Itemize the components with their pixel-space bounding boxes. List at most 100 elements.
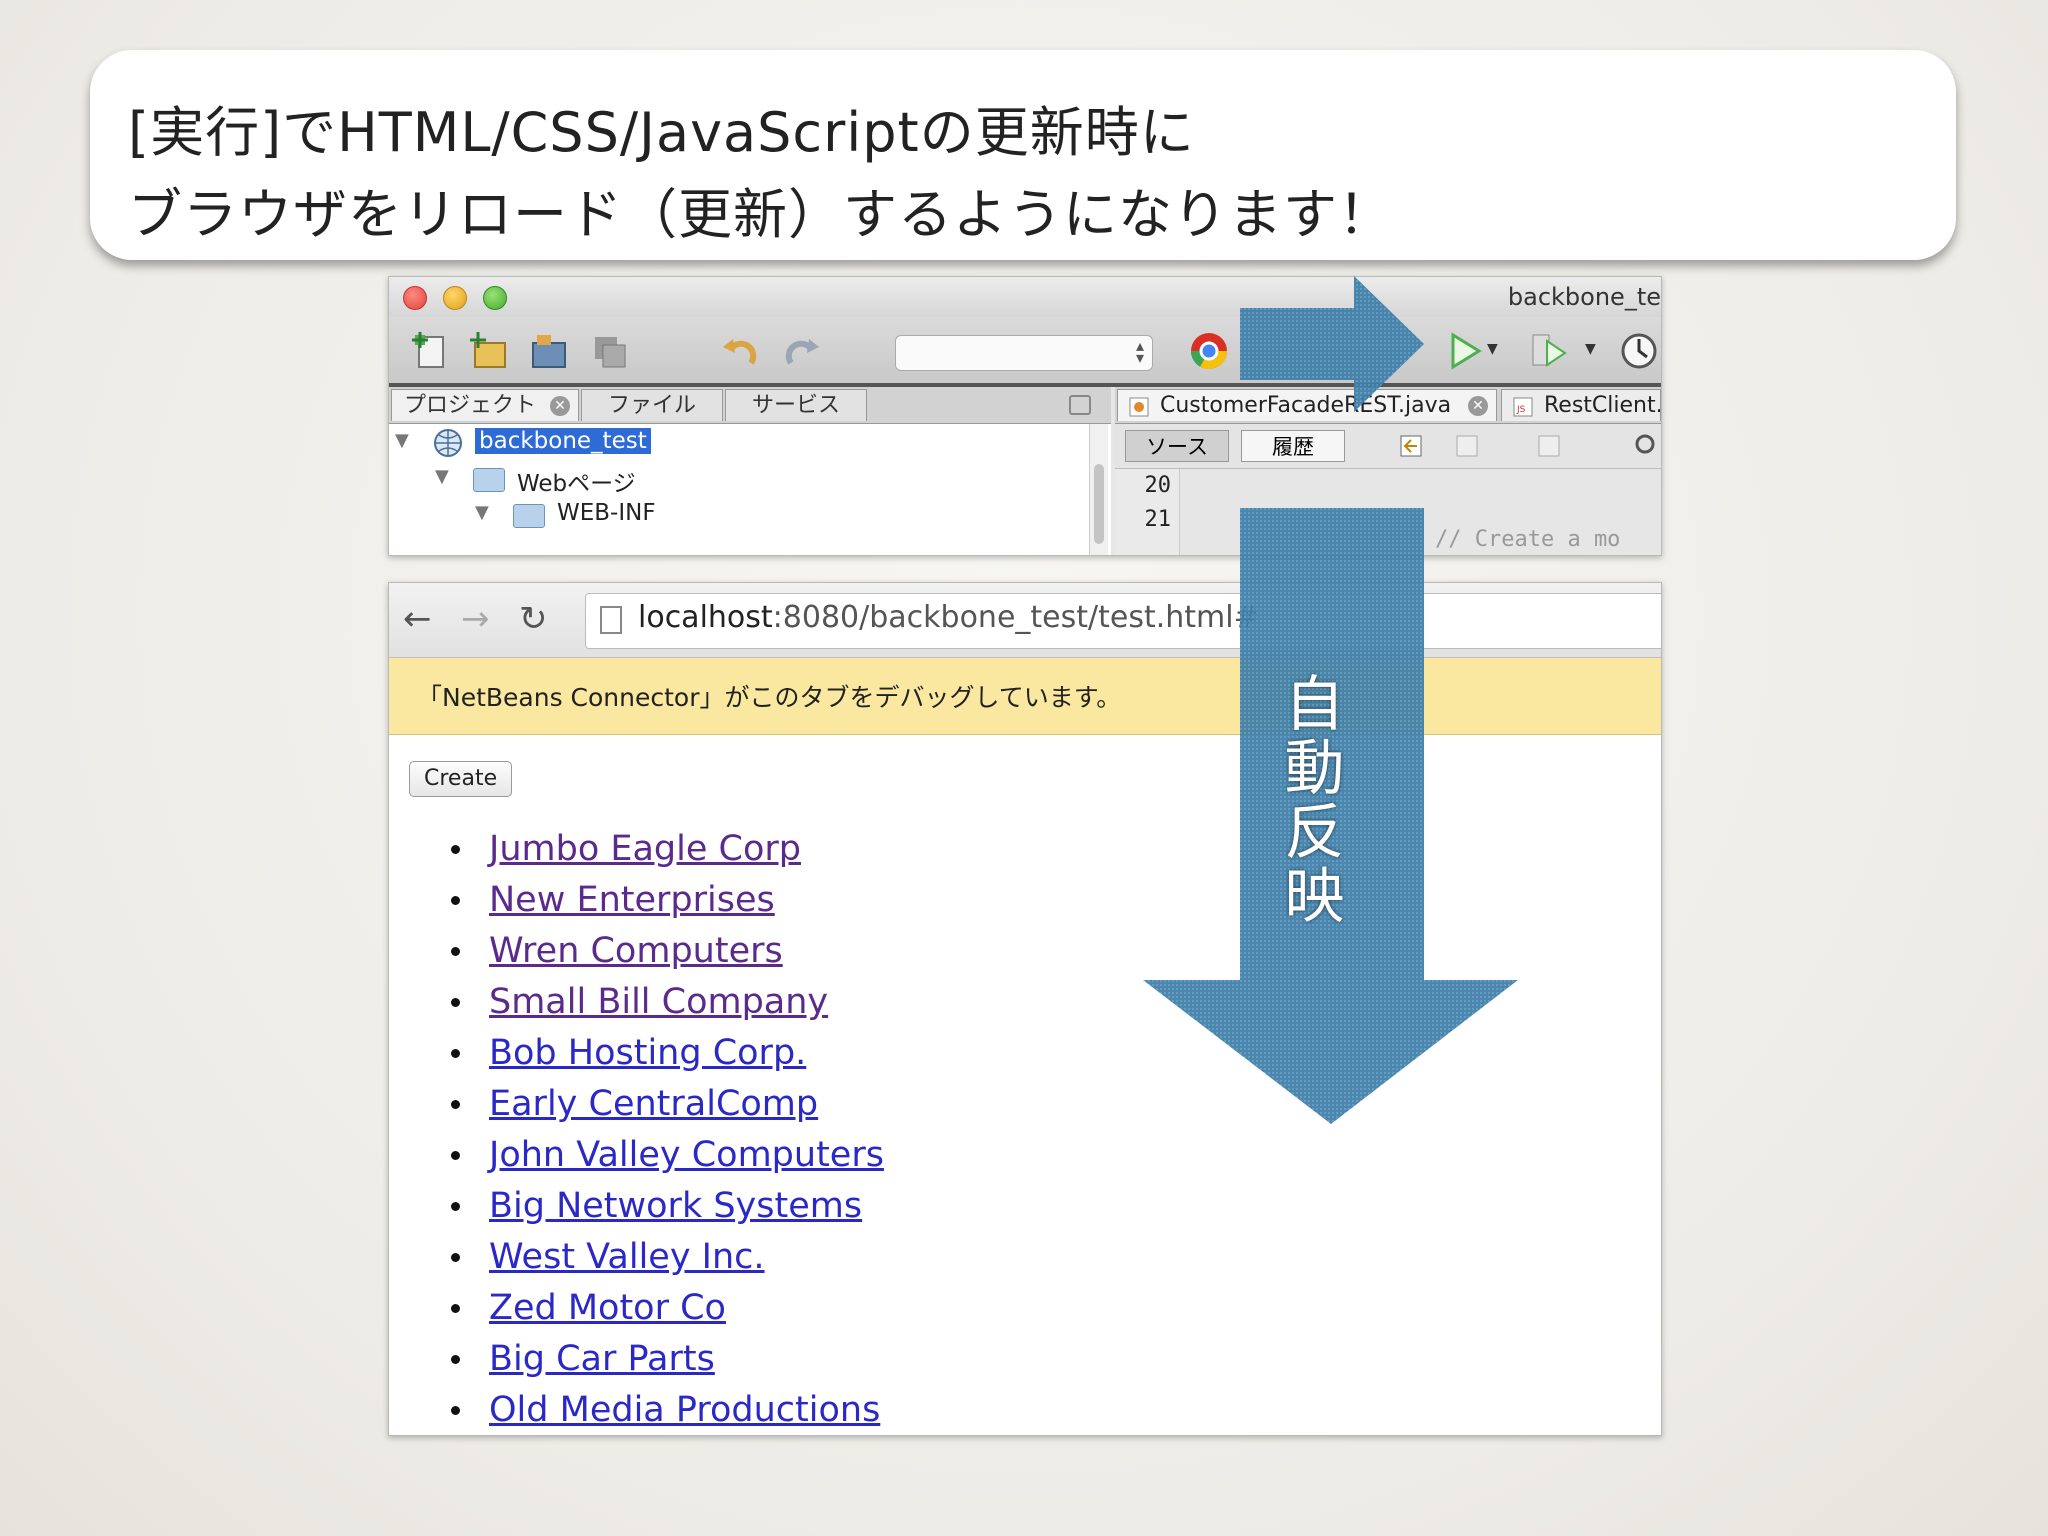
infobar-text: 「NetBeans Connector」がこのタブをデバッグしています。 [417, 683, 1122, 712]
customer-link[interactable]: Bob Hosting Corp. [489, 1033, 806, 1073]
chrome-browser-icon[interactable] [1189, 331, 1229, 371]
expand-icon[interactable]: ▼ [435, 466, 449, 487]
code-line[interactable]: // Create a mo [1435, 527, 1620, 552]
web-folder-icon [473, 468, 505, 492]
bullet [451, 998, 460, 1007]
bullet [451, 845, 460, 854]
zoom-window-button[interactable] [483, 286, 507, 310]
close-window-button[interactable] [403, 286, 427, 310]
tree-item-project[interactable]: backbone_test [475, 428, 651, 454]
customer-link[interactable]: John Valley Computers [489, 1135, 884, 1175]
page-icon [600, 606, 622, 634]
open-project-icon[interactable] [529, 331, 569, 371]
expand-icon[interactable]: ▼ [395, 430, 409, 451]
bullet [451, 1049, 460, 1058]
minimize-panel-icon[interactable] [1069, 395, 1091, 415]
tab-label: CustomerFacadeREST.java [1160, 393, 1452, 418]
new-file-icon[interactable] [411, 331, 451, 371]
bullet [451, 1355, 460, 1364]
url-host: localhost [638, 600, 773, 635]
callout-line-2: ブラウザをリロード（更新）するようになります！ [128, 183, 1393, 246]
bullet [451, 896, 460, 905]
browser-window: ← → ↻ localhost:8080/backbone_test/test.… [388, 582, 1662, 1436]
folder-icon [513, 504, 545, 528]
customer-link[interactable]: Small Bill Company [489, 982, 828, 1022]
tab-projects-label: プロジェクト [404, 393, 537, 418]
line-number: 20 [1144, 473, 1172, 498]
customer-link[interactable]: West Valley Inc. [489, 1237, 765, 1277]
scroll-thumb[interactable] [1094, 464, 1104, 544]
netbeans-window: backbone_te ▴ ▾ ▼ ▼ プロジェクト ✕ ファイル サービス ▼… [388, 276, 1662, 556]
tree-item-web-pages[interactable]: Webページ [517, 464, 636, 498]
js-file-icon: JS [1513, 397, 1533, 417]
bullet [451, 1151, 460, 1160]
tab-label: RestClient.j [1544, 393, 1661, 418]
bullet [451, 1406, 460, 1415]
line-number-gutter: 20 21 [1115, 469, 1180, 555]
url-text[interactable]: localhost:8080/backbone_test/test.html# [638, 600, 1259, 635]
tab-customer-facade[interactable]: CustomerFacadeREST.java ✕ [1117, 389, 1497, 421]
updown-icon: ▴ ▾ [1135, 336, 1144, 367]
line-number: 21 [1144, 507, 1172, 532]
close-tab-icon[interactable]: ✕ [1468, 396, 1488, 416]
tree-scrollbar[interactable] [1089, 424, 1108, 555]
bullet [451, 1202, 460, 1211]
redo-icon[interactable] [781, 331, 821, 371]
back-arrow-icon[interactable]: ← [403, 599, 432, 639]
address-bar[interactable]: localhost:8080/backbone_test/test.html# [585, 593, 1661, 649]
project-tree: ▼ backbone_test ▼ Webページ ▼ WEB-INF [389, 424, 1111, 555]
back-icon[interactable] [1453, 432, 1481, 460]
close-tab-icon[interactable]: ✕ [550, 396, 570, 416]
bullet [451, 1253, 460, 1262]
customer-link[interactable]: New Enterprises [489, 880, 775, 920]
reload-icon[interactable]: ↻ [519, 599, 548, 639]
last-edit-icon[interactable] [1397, 432, 1425, 460]
url-path: :8080/backbone_test/test.html# [772, 600, 1259, 635]
new-project-icon[interactable] [469, 331, 509, 371]
customer-link[interactable]: Zed Motor Co [489, 1288, 726, 1328]
save-all-icon[interactable] [589, 331, 629, 371]
java-file-icon [1129, 397, 1149, 417]
run-project-icon[interactable] [1445, 331, 1485, 371]
customer-link[interactable]: Big Car Parts [489, 1339, 715, 1379]
globe-icon [434, 429, 462, 457]
debug-infobar: 「NetBeans Connector」がこのタブをデバッグしています。 [389, 658, 1661, 735]
customer-link[interactable]: Wren Computers [489, 931, 783, 971]
minimize-window-button[interactable] [443, 286, 467, 310]
auto-reflect-label: 自動反映 [1274, 672, 1344, 928]
history-button[interactable]: 履歴 [1241, 430, 1345, 462]
expand-icon[interactable]: ▼ [475, 502, 489, 523]
source-button[interactable]: ソース [1125, 430, 1229, 462]
debug-project-icon[interactable] [1529, 331, 1569, 371]
tab-projects[interactable]: プロジェクト ✕ [391, 389, 579, 421]
undo-icon[interactable] [721, 331, 761, 371]
configuration-select[interactable]: ▴ ▾ [895, 335, 1153, 371]
bullet [451, 947, 460, 956]
project-panel-tabs: プロジェクト ✕ ファイル サービス [389, 387, 1111, 424]
editor-tabs: CustomerFacadeREST.java ✕ JS RestClient.… [1115, 387, 1661, 424]
svg-text:JS: JS [1516, 405, 1526, 415]
window-title: backbone_te [1507, 283, 1661, 311]
callout-box: [実行]でHTML/CSS/JavaScriptの更新時に ブラウザをリロード（… [90, 50, 1956, 260]
tree-item-web-inf[interactable]: WEB-INF [557, 500, 656, 526]
find-icon[interactable] [1631, 432, 1659, 460]
ide-toolbar: ▴ ▾ ▼ ▼ [389, 317, 1661, 387]
tab-rest-client[interactable]: JS RestClient.j [1501, 389, 1661, 421]
forward-arrow-icon[interactable]: → [461, 599, 490, 639]
bullet [451, 1100, 460, 1109]
editor-toolbar: ソース 履歴 [1115, 424, 1661, 469]
create-button[interactable]: Create [409, 761, 513, 797]
customer-link[interactable]: Early CentralComp [489, 1084, 818, 1124]
tab-files[interactable]: ファイル [581, 389, 723, 421]
bullet [451, 1304, 460, 1313]
browser-toolbar: ← → ↻ localhost:8080/backbone_test/test.… [389, 583, 1661, 658]
run-dropdown-icon[interactable]: ▼ [1487, 341, 1498, 357]
debug-dropdown-icon[interactable]: ▼ [1585, 341, 1596, 357]
title-bar: backbone_te [389, 277, 1661, 317]
profile-icon[interactable] [1619, 331, 1659, 371]
customer-link[interactable]: Big Network Systems [489, 1186, 862, 1226]
customer-link[interactable]: Old Media Productions [489, 1390, 880, 1430]
tab-services[interactable]: サービス [725, 389, 867, 421]
customer-link[interactable]: Jumbo Eagle Corp [489, 829, 801, 869]
forward-icon[interactable] [1535, 432, 1563, 460]
